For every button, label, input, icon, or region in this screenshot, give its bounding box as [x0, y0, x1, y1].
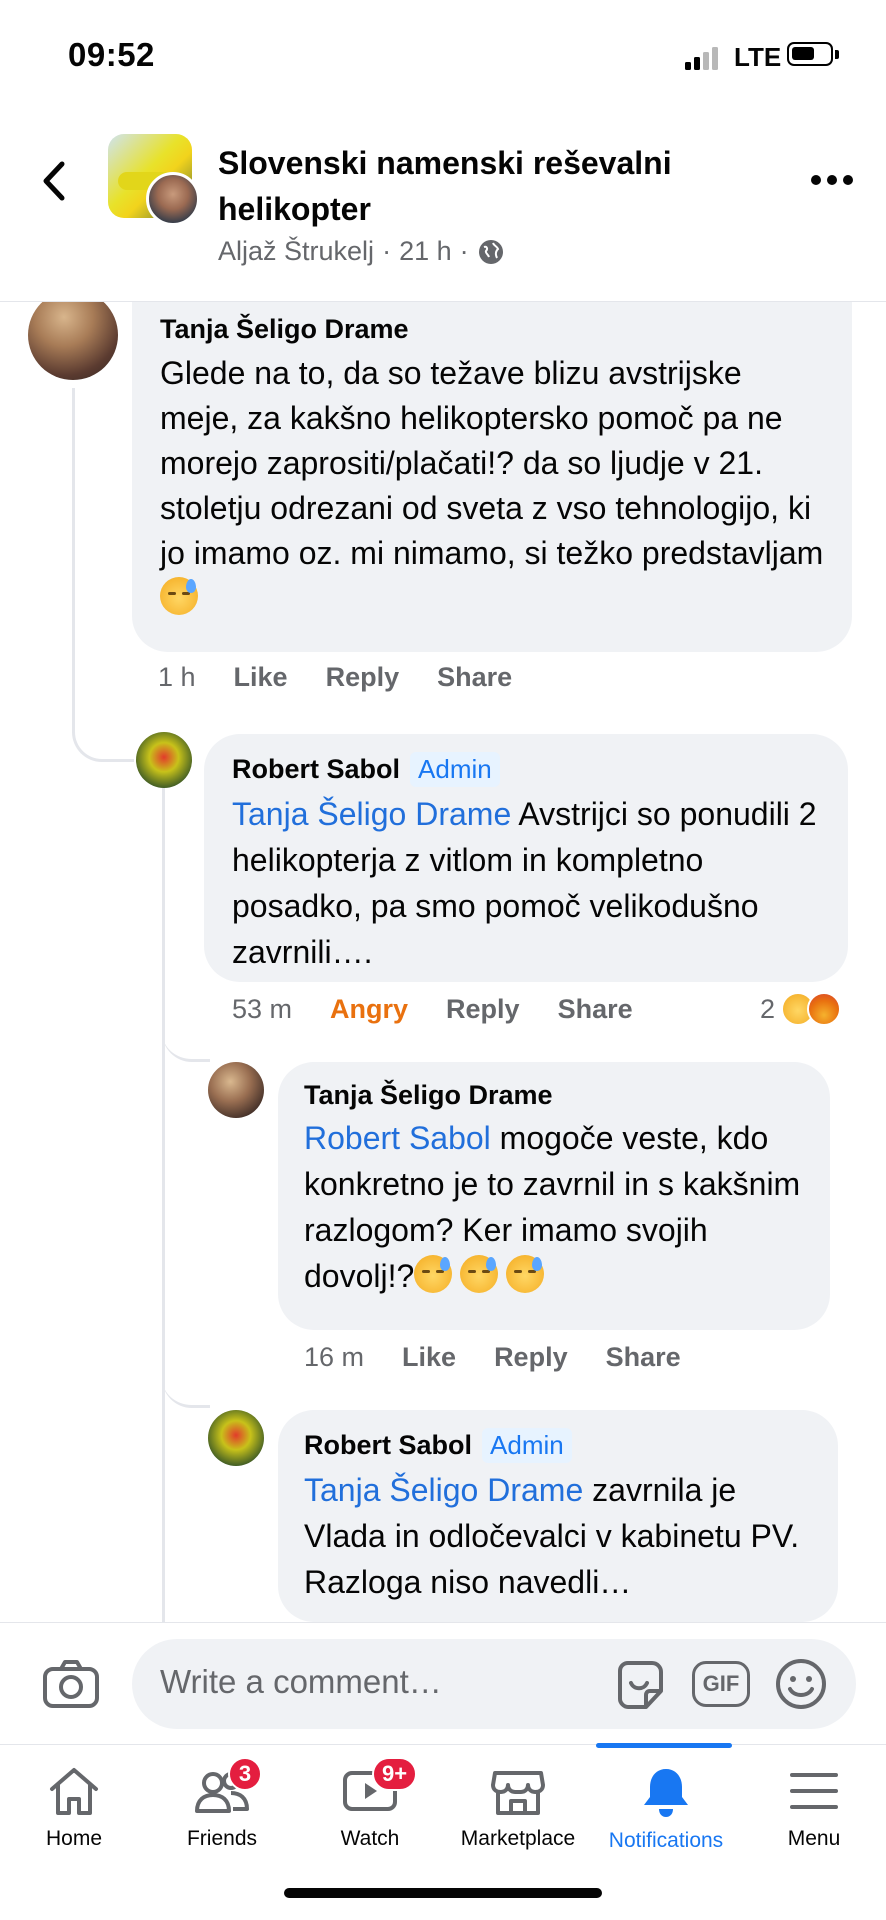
admin-badge: Admin [482, 1428, 572, 1463]
comment-actions: 53 m Angry Reply Share [232, 994, 633, 1025]
thread-connector [162, 1348, 210, 1408]
comment-time[interactable]: 16 m [304, 1342, 364, 1373]
comment-author[interactable]: Tanja Šeligo Drame [160, 314, 824, 345]
bell-icon [644, 1769, 688, 1817]
avatar[interactable] [208, 1410, 264, 1466]
home-icon [50, 1768, 98, 1815]
more-dots-icon [811, 175, 853, 185]
comment-time[interactable]: 53 m [232, 994, 292, 1025]
comment-body: Glede na to, da so težave blizu avstrijs… [160, 355, 824, 571]
angry-reaction-icon [807, 992, 842, 1026]
status-bar: 09:52 LTE [0, 0, 886, 110]
gif-button[interactable]: GIF [692, 1661, 750, 1707]
comment-bubble: Tanja Šeligo Drame Glede na to, da so te… [132, 302, 852, 652]
notification-badge: 3 [228, 1757, 262, 1791]
tab-label: Watch [340, 1827, 400, 1850]
signal-icon [685, 46, 721, 70]
mention-link[interactable]: Robert Sabol [304, 1120, 491, 1156]
comment-text: Robert Sabol mogoče veste, kdo konkretno… [304, 1115, 804, 1299]
angry-reaction-button[interactable]: Angry [330, 994, 408, 1025]
thread-connector [72, 388, 134, 762]
comment-bubble: Robert Sabol Admin Tanja Šeligo Drame za… [278, 1410, 838, 1622]
avatar[interactable] [208, 1062, 264, 1118]
tab-friends[interactable]: Friends 3 [148, 1745, 296, 1865]
comment-author-row: Robert Sabol Admin [232, 752, 820, 787]
comment-placeholder: Write a comment… [160, 1663, 442, 1700]
tab-label: Home [45, 1827, 103, 1850]
post-time[interactable]: 21 h [399, 236, 452, 267]
reaction-count: 2 [760, 993, 776, 1024]
like-button[interactable]: Like [234, 662, 288, 693]
camera-button[interactable] [42, 1659, 100, 1709]
share-button[interactable]: Share [606, 1342, 681, 1373]
tab-watch[interactable]: Watch 9+ [296, 1745, 444, 1865]
post-meta: Aljaž Štrukelj · 21 h · [218, 236, 505, 267]
post-header: Slovenski namenski reševalni helikopter … [0, 112, 886, 302]
sad-sweat-emoji-icon [506, 1255, 545, 1293]
sticker-button[interactable] [612, 1657, 668, 1713]
reaction-summary[interactable]: 2 [760, 992, 842, 1026]
comment-actions: 1 h Like Reply Share [158, 662, 512, 693]
comment-input[interactable]: Write a comment… GIF [132, 1639, 856, 1729]
tab-home[interactable]: Home [0, 1745, 148, 1865]
emoji-button[interactable] [774, 1657, 828, 1711]
comment-bubble: Robert Sabol Admin Tanja Šeligo Drame Av… [204, 734, 848, 982]
tab-menu[interactable]: Menu [740, 1745, 886, 1865]
thread-connector [162, 788, 165, 1622]
tab-label: Friends [186, 1827, 258, 1850]
home-indicator[interactable] [284, 1888, 602, 1898]
notification-badge: 9+ [372, 1757, 418, 1791]
avatar[interactable] [28, 302, 118, 380]
share-button[interactable]: Share [437, 662, 512, 693]
sticker-icon [618, 1661, 663, 1709]
chevron-left-icon [43, 161, 65, 201]
status-time: 09:52 [68, 36, 155, 73]
comment-bubble: Tanja Šeligo Drame Robert Sabol mogoče v… [278, 1062, 830, 1330]
avatar[interactable] [136, 732, 192, 788]
network-label: LTE [734, 42, 782, 72]
back-button[interactable] [34, 156, 74, 206]
camera-icon [43, 1660, 99, 1708]
battery-icon [787, 42, 839, 66]
share-button[interactable]: Share [558, 994, 633, 1025]
comment-author[interactable]: Tanja Šeligo Drame [304, 1080, 804, 1111]
sad-sweat-emoji-icon [414, 1255, 453, 1293]
reply-button[interactable]: Reply [494, 1342, 568, 1373]
comment-author[interactable]: Robert Sabol [304, 1430, 472, 1461]
tab-marketplace[interactable]: Marketplace [444, 1745, 592, 1865]
group-title[interactable]: Slovenski namenski reševalni helikopter [218, 140, 738, 232]
tab-label: Marketplace [460, 1827, 576, 1850]
meta-separator: · [459, 236, 469, 266]
reply-button[interactable]: Reply [446, 994, 520, 1025]
comment-author[interactable]: Robert Sabol [232, 754, 400, 785]
post-author[interactable]: Aljaž Štrukelj [218, 236, 374, 267]
globe-icon [478, 239, 503, 264]
mention-link[interactable]: Tanja Šeligo Drame [232, 796, 511, 832]
smiley-icon [776, 1659, 826, 1709]
sad-sweat-emoji-icon [460, 1255, 499, 1293]
like-button[interactable]: Like [402, 1342, 456, 1373]
admin-badge: Admin [410, 752, 500, 787]
comment-text: Tanja Šeligo Drame Avstrijci so ponudili… [232, 791, 820, 975]
comment-time[interactable]: 1 h [158, 662, 196, 693]
marketplace-icon [491, 1771, 545, 1815]
comment-author-row: Robert Sabol Admin [304, 1428, 812, 1463]
more-options-button[interactable] [810, 172, 854, 188]
menu-icon [790, 1773, 838, 1809]
comment-input-bar: Write a comment… GIF [0, 1622, 886, 1744]
meta-separator: · [382, 236, 392, 266]
sad-sweat-emoji-icon [160, 577, 198, 615]
thread-connector [162, 1002, 210, 1062]
comment-text: Glede na to, da so težave blizu avstrijs… [160, 351, 824, 621]
tab-notifications[interactable]: Notifications [592, 1745, 740, 1865]
mention-link[interactable]: Tanja Šeligo Drame [304, 1472, 583, 1508]
comment-actions: 16 m Like Reply Share [304, 1342, 681, 1373]
author-avatar[interactable] [146, 172, 200, 226]
reply-button[interactable]: Reply [326, 662, 400, 693]
comment-text: Tanja Šeligo Drame zavrnila je Vlada in … [304, 1467, 812, 1605]
comment-thread: Tanja Šeligo Drame Glede na to, da so te… [0, 302, 886, 1622]
tab-label: Notifications [608, 1829, 724, 1852]
tab-label: Menu [787, 1827, 841, 1850]
